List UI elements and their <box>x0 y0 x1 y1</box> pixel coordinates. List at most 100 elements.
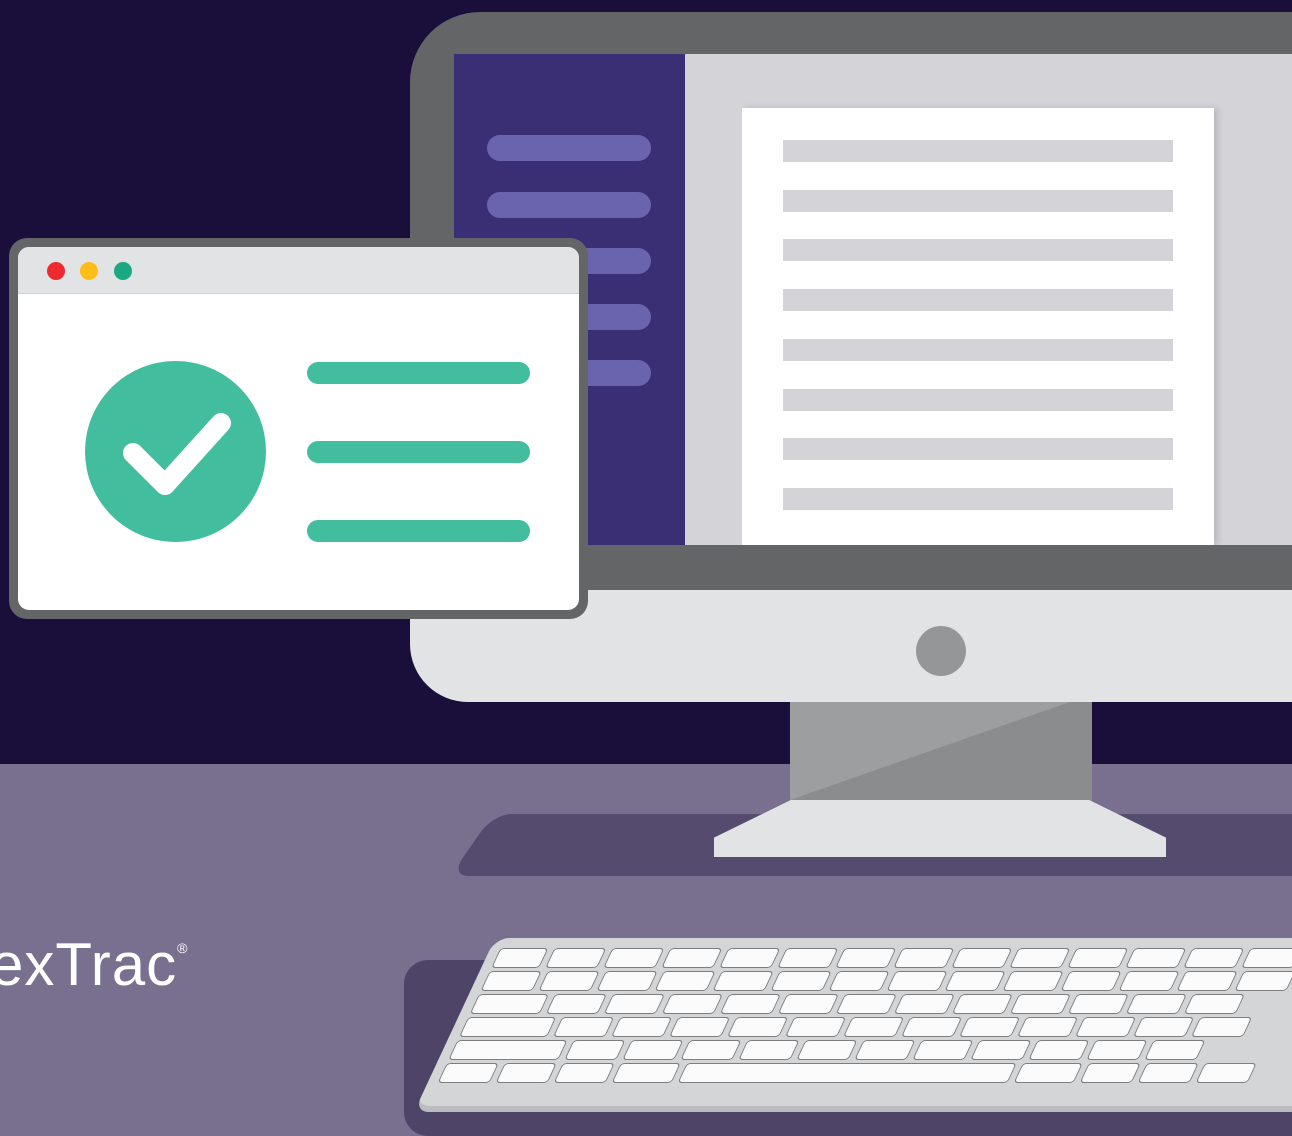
keyboard-key <box>886 971 948 991</box>
keyboard-key <box>912 1040 974 1060</box>
document-text-line <box>783 389 1173 411</box>
keyboard-key <box>448 1040 568 1060</box>
keyboard-key <box>1132 1017 1195 1037</box>
keyboard-key <box>1067 948 1129 968</box>
keyboard-key <box>1183 948 1245 968</box>
sidebar-item[interactable] <box>487 135 651 161</box>
keyboard-key <box>1137 1063 1199 1083</box>
status-text-line <box>307 520 530 542</box>
keyboard-key <box>835 994 898 1014</box>
keyboard-key <box>1016 1017 1079 1037</box>
keyboard-key <box>495 1063 557 1083</box>
keyboard-key <box>1060 971 1122 991</box>
keyboard-key <box>596 971 658 991</box>
keyboard-key <box>1144 1040 1206 1060</box>
keyboard-key <box>491 948 549 968</box>
keyboard-key <box>437 1063 499 1083</box>
keyboard-key <box>1009 994 1072 1014</box>
keyboard-key <box>661 948 723 968</box>
keyboard-key <box>970 1040 1032 1060</box>
keyboard-key <box>469 994 550 1014</box>
keyboard-key <box>552 1017 615 1037</box>
keyboard-key <box>958 1017 1021 1037</box>
keyboard-key <box>835 948 897 968</box>
brand-logo: exTrac® <box>0 930 188 999</box>
keyboard-row <box>458 1017 1253 1037</box>
keyboard-key <box>458 1017 557 1037</box>
keyboard-key <box>611 1063 681 1083</box>
keyboard-key <box>668 1017 731 1037</box>
keyboard-key <box>893 994 956 1014</box>
keyboard-key <box>951 994 1014 1014</box>
popup-window <box>9 238 588 619</box>
keyboard-key <box>1125 994 1188 1014</box>
keyboard-key <box>796 1040 858 1060</box>
keyboard-key <box>842 1017 905 1037</box>
keyboard-key <box>1190 1017 1253 1037</box>
keyboard-key <box>726 1017 789 1037</box>
keyboard-key <box>1086 1040 1148 1060</box>
keyboard-key <box>1118 971 1180 991</box>
check-icon <box>85 361 266 542</box>
keyboard-key <box>784 1017 847 1037</box>
keyboard-key <box>1067 994 1130 1014</box>
keyboard-row <box>437 1063 1257 1083</box>
keyboard-key <box>603 948 665 968</box>
keyboard-key <box>545 994 608 1014</box>
monitor-camera <box>916 626 966 676</box>
keyboard-key <box>480 971 542 991</box>
popup-titlebar <box>18 247 579 294</box>
keyboard-key <box>654 971 716 991</box>
document-page <box>742 108 1214 545</box>
keyboard-key <box>719 994 782 1014</box>
keyboard-key <box>777 994 840 1014</box>
keyboard-key <box>1074 1017 1137 1037</box>
registered-mark: ® <box>177 940 189 956</box>
keyboard-key <box>900 1017 963 1037</box>
keyboard-key <box>661 994 724 1014</box>
keyboard-row <box>469 994 1246 1014</box>
keyboard-key <box>951 948 1013 968</box>
keyboard-key <box>603 994 666 1014</box>
sidebar-item[interactable] <box>487 192 651 218</box>
document-text-line <box>783 190 1173 212</box>
maximize-dot-icon[interactable] <box>114 262 132 280</box>
keyboard-key <box>712 971 774 991</box>
status-text-line <box>307 362 530 384</box>
keyboard-key <box>1183 994 1246 1014</box>
keyboard-key <box>1195 1063 1257 1083</box>
document-text-line <box>783 339 1173 361</box>
keyboard-key <box>1009 948 1071 968</box>
keyboard-key <box>1241 948 1292 968</box>
keyboard-key <box>1125 948 1187 968</box>
keyboard-key <box>680 1040 742 1060</box>
keyboard-key <box>1234 971 1292 991</box>
keyboard-row <box>448 1040 1206 1060</box>
status-text-line <box>307 441 530 463</box>
keyboard-key <box>1176 971 1238 991</box>
minimize-dot-icon[interactable] <box>80 262 98 280</box>
keyboard-key <box>738 1040 800 1060</box>
keyboard-key <box>610 1017 673 1037</box>
document-text-line <box>783 239 1173 261</box>
monitor-stand-base <box>714 800 1166 857</box>
keyboard-key <box>719 948 781 968</box>
keyboard-key <box>770 971 832 991</box>
keyboard-key <box>854 1040 916 1060</box>
keyboard-row <box>491 948 1292 968</box>
document-text-line <box>783 438 1173 460</box>
keyboard-key <box>545 948 607 968</box>
popup-content <box>18 247 579 610</box>
keyboard-key <box>777 948 839 968</box>
keyboard-key <box>1079 1063 1141 1083</box>
close-dot-icon[interactable] <box>47 262 65 280</box>
stand-shade <box>790 702 1070 800</box>
document-text-line <box>783 140 1173 162</box>
monitor-stand-neck <box>790 702 1092 802</box>
keyboard-key <box>944 971 1006 991</box>
keyboard-key <box>1002 971 1064 991</box>
keyboard-key <box>538 971 600 991</box>
keyboard-key <box>564 1040 626 1060</box>
keyboard-key <box>553 1063 615 1083</box>
document-text-line <box>783 289 1173 311</box>
